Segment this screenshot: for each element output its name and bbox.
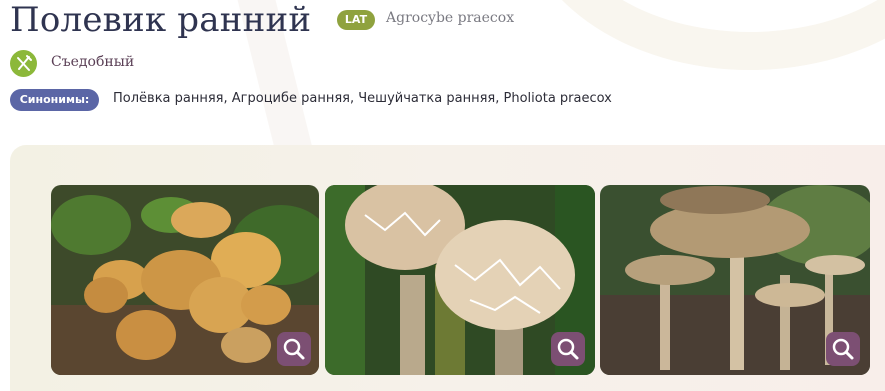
- mushroom-page: Полевик ранний LAT Agrocybe praecox Съед…: [0, 0, 885, 391]
- edibility-status: Съедобный: [51, 54, 135, 70]
- magnifier-icon: [557, 338, 579, 360]
- magnifier-icon: [283, 338, 305, 360]
- synonyms-badge: Синонимы:: [10, 89, 99, 111]
- latin-name: Agrocybe praecox: [386, 10, 515, 26]
- zoom-button[interactable]: [551, 332, 585, 366]
- fork-knife-icon: [10, 50, 37, 77]
- lat-badge: LAT: [337, 10, 375, 30]
- gallery-photo[interactable]: [51, 185, 319, 375]
- background-decoration: [520, 0, 885, 70]
- gallery-photo[interactable]: [325, 185, 595, 375]
- gallery-photo[interactable]: [600, 185, 870, 375]
- synonyms-list: Полёвка ранняя, Агроцибе ранняя, Чешуйча…: [113, 91, 612, 106]
- zoom-button[interactable]: [826, 332, 860, 366]
- page-title: Полевик ранний: [10, 0, 312, 40]
- magnifier-icon: [832, 338, 854, 360]
- zoom-button[interactable]: [277, 332, 311, 366]
